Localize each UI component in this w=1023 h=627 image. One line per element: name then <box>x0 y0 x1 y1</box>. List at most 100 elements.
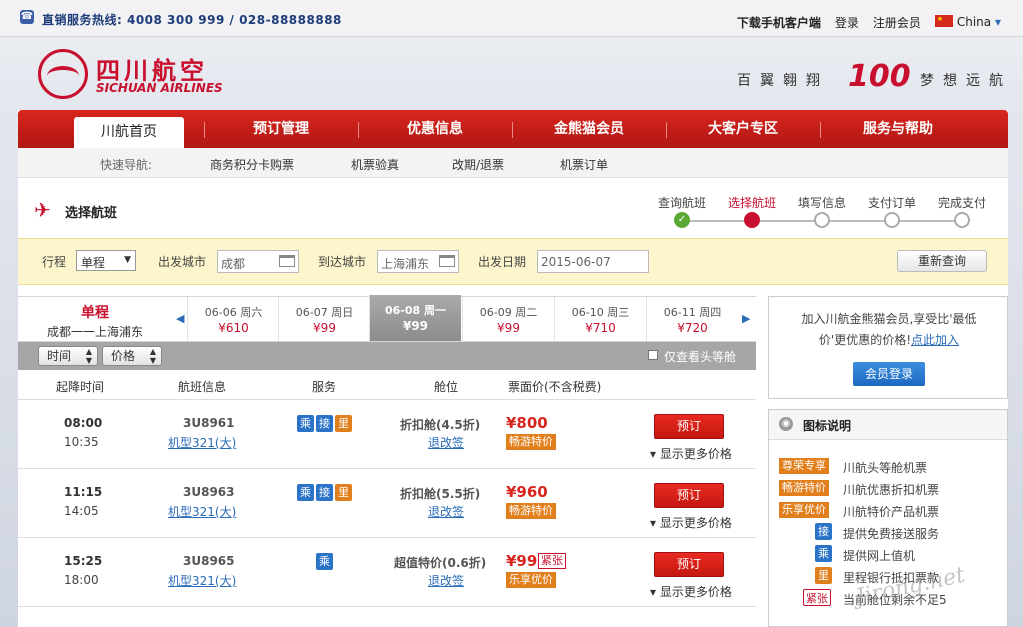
download-app-link[interactable]: 下载手机客户端 <box>737 14 821 31</box>
show-more-label: 显示更多价格 <box>659 516 732 530</box>
show-more-prices-link[interactable]: ▾ 显示更多价格 <box>650 583 732 600</box>
flight-row: 11:15 14:05 3U8963 机型321(大) 乘 接 里 折扣舱(5.… <box>18 469 756 538</box>
page-title: 选择航班 <box>65 206 118 221</box>
aircraft-type-link[interactable]: 机型321(大) <box>168 503 236 520</box>
arr-city-input[interactable]: 上海浦东 <box>377 250 459 273</box>
col-price: 票面价(不含税费) <box>508 380 602 394</box>
date-tab-date: 06-08 周一 <box>384 304 446 317</box>
date-tab-price: ¥720 <box>677 321 708 335</box>
locale-selector[interactable]: China ▾ <box>934 14 1001 31</box>
date-tab[interactable]: 06-06 周六 ¥610 <box>187 297 279 341</box>
dep-date-input[interactable]: 2015-06-07 <box>537 250 649 273</box>
date-tab[interactable]: 06-10 周三 ¥710 <box>554 297 646 341</box>
city-picker-icon[interactable] <box>279 255 295 267</box>
legend-text: 川航特价产品机票 <box>843 505 940 519</box>
book-button[interactable]: 预订 <box>654 414 724 439</box>
locale-label: China <box>956 15 992 29</box>
date-tab[interactable]: 06-09 周二 ¥99 <box>462 297 554 341</box>
col-time: 起降时间 <box>56 380 105 394</box>
legend-item: 乐享优价 川航特价产品机票 <box>769 500 1007 520</box>
quick-nav-ticket-verify[interactable]: 机票验真 <box>351 156 399 173</box>
shuttle-service-icon: 接 <box>316 415 333 432</box>
date-tab[interactable]: 06-07 周日 ¥99 <box>278 297 370 341</box>
fare-tag: 畅游特价 <box>506 434 556 450</box>
logo-english[interactable]: SICHUAN AIRLINES <box>96 81 223 95</box>
nav-panda-member[interactable]: 金熊猫会员 <box>520 110 658 148</box>
refund-rules-link[interactable]: 退改签 <box>428 572 464 589</box>
sort-by-price-button[interactable]: 价格 ▲ ▼ <box>102 346 162 366</box>
date-tab-selected[interactable]: 06-08 周一 ¥99 <box>369 295 461 341</box>
date-tab-price: ¥99 <box>313 321 336 335</box>
chevron-down-icon: ▼ <box>124 255 131 265</box>
globe-icon: ◉ <box>779 417 793 431</box>
step-select: 选择航班 <box>727 196 776 210</box>
member-promo-text: 加入川航金熊猫会员,享受比'最低 价'更优惠的价格!点此加入 <box>783 309 995 351</box>
quick-nav-change-refund[interactable]: 改期/退票 <box>452 156 504 173</box>
date-tab[interactable]: 06-11 周四 ¥720 <box>646 297 738 341</box>
cabin-class: 折扣舱(5.5折) <box>400 487 481 501</box>
step-done: 完成支付 <box>937 196 986 210</box>
nav-home[interactable]: 川航首页 <box>74 117 184 148</box>
city-picker-icon[interactable] <box>439 255 455 267</box>
sichuan-airlines-logo-icon[interactable] <box>38 49 88 99</box>
flight-number: 3U8963 <box>183 485 235 499</box>
arr-time: 10:35 <box>64 435 99 449</box>
sort-arrows-icon: ▲ ▼ <box>85 347 92 365</box>
refund-rules-link[interactable]: 退改签 <box>428 434 464 451</box>
step-pending-dot <box>954 212 970 228</box>
dep-city-value: 成都 <box>221 257 246 271</box>
book-button[interactable]: 预订 <box>654 552 724 577</box>
date-tab-price: ¥710 <box>585 321 616 335</box>
cabin-class: 折扣舱(4.5折) <box>400 418 481 432</box>
legend-header: ◉ 图标说明 <box>769 410 1007 440</box>
ticket-price: ¥800 <box>506 414 548 432</box>
date-tab-date: 06-09 周二 <box>479 306 538 319</box>
refund-rules-link[interactable]: 退改签 <box>428 503 464 520</box>
step-pending-dot <box>884 212 900 228</box>
main-panel: 川航首页 预订管理 优惠信息 金熊猫会员 大客户专区 服务与帮助 快速导航: 商… <box>18 110 1008 627</box>
quick-nav-points-card[interactable]: 商务积分卡购票 <box>210 156 294 173</box>
show-more-prices-link[interactable]: ▾ 显示更多价格 <box>650 445 732 462</box>
nav-booking-manage[interactable]: 预订管理 <box>212 110 350 148</box>
nav-promotions[interactable]: 优惠信息 <box>366 110 504 148</box>
flight-table-header: 起降时间 航班信息 服务 舱位 票面价(不含税费) <box>18 370 756 400</box>
register-link[interactable]: 注册会员 <box>873 14 921 31</box>
prev-dates-icon[interactable]: ◀ <box>176 312 186 325</box>
trip-label: 行程 <box>42 255 67 269</box>
dep-time: 08:00 <box>64 416 103 430</box>
member-promo-box: 加入川航金熊猫会员,享受比'最低 价'更优惠的价格!点此加入 会员登录 <box>768 296 1008 399</box>
online-checkin-icon: 乘 <box>297 415 314 432</box>
col-cabin: 舱位 <box>434 380 459 394</box>
step-pending-dot <box>814 212 830 228</box>
sort-by-time-button[interactable]: 时间 ▲ ▼ <box>38 346 98 366</box>
dep-city-label: 出发城市 <box>158 255 207 269</box>
nav-help[interactable]: 服务与帮助 <box>828 110 968 148</box>
aircraft-type-link[interactable]: 机型321(大) <box>168 434 236 451</box>
mileage-icon: 里 <box>335 415 352 432</box>
quick-nav-orders[interactable]: 机票订单 <box>560 156 608 173</box>
research-button[interactable]: 重新查询 <box>897 250 987 272</box>
date-tab-price: ¥610 <box>218 321 249 335</box>
trip-type-select[interactable]: 单程 ▼ <box>76 250 136 271</box>
arr-time: 18:00 <box>64 573 99 587</box>
nav-corporate[interactable]: 大客户专区 <box>674 110 812 148</box>
show-more-prices-link[interactable]: ▾ 显示更多价格 <box>650 514 732 531</box>
show-more-label: 显示更多价格 <box>659 585 732 599</box>
trip-route: 成都一一上海浦东 <box>46 325 143 339</box>
show-more-label: 显示更多价格 <box>659 447 732 461</box>
legend-text: 提供免费接送服务 <box>843 527 940 541</box>
legend-item: 接 提供免费接送服务 <box>769 522 1007 542</box>
join-member-link[interactable]: 点此加入 <box>911 333 959 347</box>
dep-city-input[interactable]: 成都 <box>217 250 299 273</box>
member-login-button[interactable]: 会员登录 <box>853 362 925 386</box>
aircraft-type-link[interactable]: 机型321(大) <box>168 572 236 589</box>
book-button[interactable]: 预订 <box>654 483 724 508</box>
fare-tag: 乐享优价 <box>506 572 556 588</box>
first-class-only-checkbox[interactable] <box>648 350 658 360</box>
seats-limited-badge: 紧张 <box>538 553 566 569</box>
shuttle-service-icon: 接 <box>815 523 832 540</box>
chevron-down-icon: ▾ <box>994 15 1001 29</box>
next-dates-icon[interactable]: ▶ <box>742 312 752 325</box>
hotline-text: 直销服务热线: 4008 300 999 / 028-88888888 <box>42 13 342 27</box>
login-link[interactable]: 登录 <box>835 14 859 31</box>
